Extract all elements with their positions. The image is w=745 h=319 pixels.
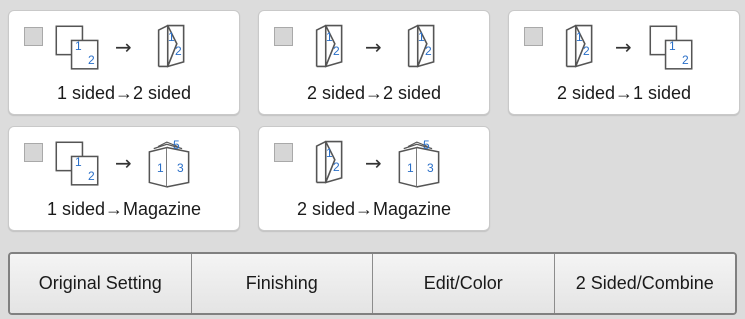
option-label: 2 sided→1 sided (556, 83, 692, 103)
svg-text:5: 5 (173, 138, 180, 152)
two-sided-options-grid: 1 2 → 1 2 1 sided→2 sided 1 2 → 1 2 2 si… (0, 0, 745, 250)
two-sided-doc-icon: 1 2 (565, 24, 593, 68)
svg-text:1: 1 (576, 30, 583, 44)
one-sided-doc-icon: 1 2 (55, 141, 99, 186)
duplex-diagram: 1 2 → 1 2 (55, 24, 185, 70)
two-sided-doc-icon: 1 2 (407, 24, 435, 68)
svg-text:2: 2 (88, 169, 95, 183)
arrow-right-icon: → (615, 35, 632, 59)
svg-text:1: 1 (407, 161, 414, 175)
svg-text:2: 2 (583, 44, 590, 58)
arrow-right-icon: → (365, 151, 382, 175)
option-checkbox[interactable] (274, 27, 293, 46)
svg-text:5: 5 (423, 138, 430, 152)
duplex-diagram: 1 2 → 1 2 (315, 24, 435, 68)
arrow-right-icon: → (115, 35, 132, 59)
two-sided-doc-icon: 1 2 (157, 24, 185, 68)
svg-text:2: 2 (333, 44, 340, 58)
svg-text:1: 1 (168, 30, 175, 44)
magazine-booklet-icon: 5 1 3 (398, 138, 440, 188)
svg-text:3: 3 (177, 161, 184, 175)
svg-text:3: 3 (427, 161, 434, 175)
svg-text:1: 1 (75, 155, 82, 169)
svg-text:2: 2 (425, 44, 432, 58)
svg-text:1: 1 (75, 39, 82, 53)
option-checkbox[interactable] (24, 143, 43, 162)
magazine-booklet-icon: 5 1 3 (148, 138, 190, 188)
duplex-diagram: 1 2 → 1 2 (565, 24, 693, 70)
tab-2-sided-combine[interactable]: 2 Sided/Combine (554, 254, 735, 313)
option-checkbox[interactable] (24, 27, 43, 46)
tab-edit-color[interactable]: Edit/Color (373, 254, 555, 313)
svg-text:1: 1 (418, 30, 425, 44)
tab-finishing[interactable]: Finishing (191, 254, 373, 313)
two-sided-doc-icon: 1 2 (315, 140, 343, 184)
option-2-sided-to-2-sided[interactable]: 1 2 → 1 2 2 sided→2 sided (258, 10, 490, 115)
option-2-sided-to-1-sided[interactable]: 1 2 → 1 2 2 sided→1 sided (508, 10, 740, 115)
duplex-diagram: 1 2 → 5 1 3 (315, 138, 440, 188)
option-1-sided-to-magazine[interactable]: 1 2 → 5 1 3 1 sided→Magazine (8, 126, 240, 231)
svg-text:1: 1 (326, 30, 333, 44)
svg-text:2: 2 (175, 44, 182, 58)
option-checkbox[interactable] (524, 27, 543, 46)
svg-text:1: 1 (157, 161, 164, 175)
option-label: 1 sided→2 sided (56, 83, 192, 103)
svg-text:2: 2 (333, 160, 340, 174)
svg-text:1: 1 (326, 146, 333, 160)
arrow-right-icon: → (365, 35, 382, 59)
two-sided-doc-icon: 1 2 (315, 24, 343, 68)
one-sided-doc-icon: 1 2 (55, 25, 99, 70)
option-label: 2 sided→2 sided (306, 83, 442, 103)
option-checkbox[interactable] (274, 143, 293, 162)
duplex-diagram: 1 2 → 5 1 3 (55, 138, 190, 188)
svg-text:1: 1 (669, 39, 676, 53)
one-sided-doc-icon: 1 2 (649, 25, 693, 70)
arrow-right-icon: → (115, 151, 132, 175)
option-2-sided-to-magazine[interactable]: 1 2 → 5 1 3 2 sided→Magazine (258, 126, 490, 231)
option-label: 1 sided→Magazine (46, 199, 202, 219)
svg-text:2: 2 (682, 53, 689, 67)
option-1-sided-to-2-sided[interactable]: 1 2 → 1 2 1 sided→2 sided (8, 10, 240, 115)
tab-original-setting[interactable]: Original Setting (10, 254, 192, 313)
function-tab-bar: Original Setting Finishing Edit/Color 2 … (8, 252, 737, 315)
option-label: 2 sided→Magazine (296, 199, 452, 219)
svg-text:2: 2 (88, 53, 95, 67)
